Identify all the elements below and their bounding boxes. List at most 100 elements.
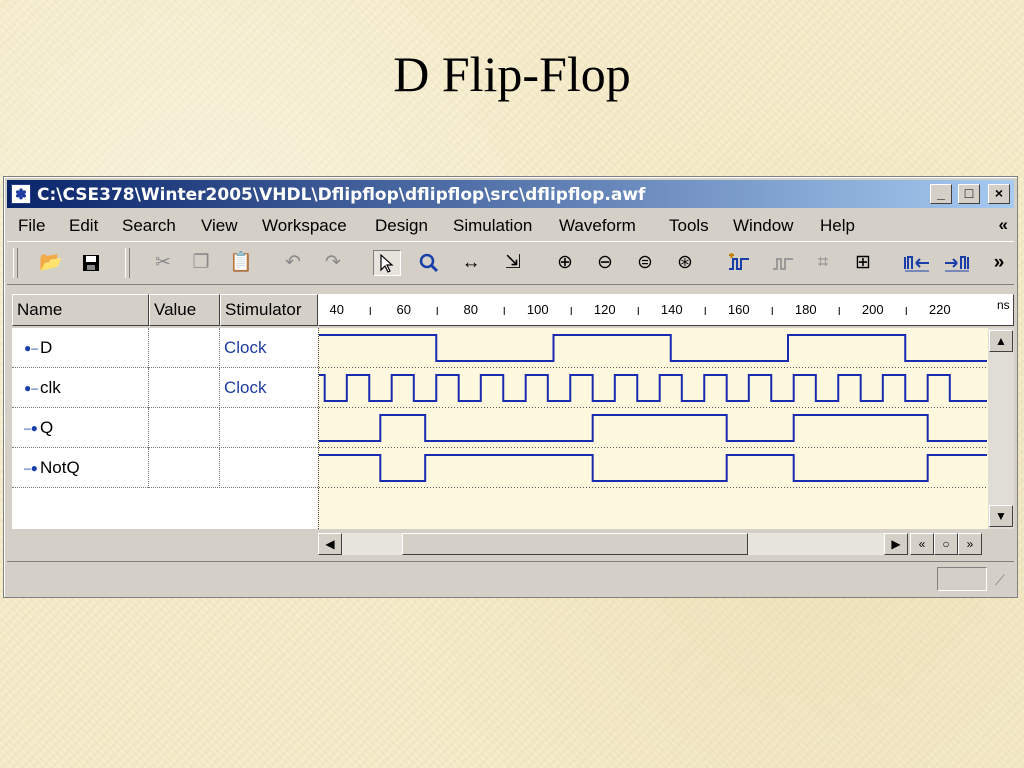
resize-grip-icon[interactable]: ⟋ — [995, 572, 1013, 590]
toolbar-separator — [125, 248, 130, 278]
select-range-icon[interactable]: ⇲ — [499, 250, 527, 276]
slide-title: D Flip-Flop — [393, 46, 631, 102]
redo-icon[interactable]: ↷ — [319, 250, 347, 276]
zoom-icon[interactable] — [415, 250, 443, 276]
signal-row-notq[interactable]: –● NotQ — [12, 448, 318, 488]
scroll-right-button[interactable]: ▶ — [884, 533, 908, 555]
timeline-tick-label: 200 — [862, 302, 884, 317]
scroll-left-button[interactable]: ◀ — [318, 533, 342, 555]
vertical-scrollbar[interactable]: ▲ ▼ — [988, 328, 1014, 529]
menu-design[interactable]: Design — [375, 216, 428, 236]
scroll-up-button[interactable]: ▲ — [989, 330, 1013, 352]
menu-view[interactable]: View — [201, 216, 238, 236]
save-icon[interactable] — [77, 250, 105, 276]
signal-value-notq — [149, 448, 220, 488]
waveform-pane[interactable] — [318, 328, 988, 529]
output-port-icon: –● — [24, 461, 38, 475]
menu-help[interactable]: Help — [820, 216, 855, 236]
undo-icon[interactable]: ↶ — [279, 250, 307, 276]
paste-icon[interactable]: 📋 — [227, 250, 255, 276]
signal-row-clk[interactable]: ●– clk Clock — [12, 368, 318, 408]
column-header-stimulator[interactable]: Stimulator — [220, 294, 318, 326]
rewind-button[interactable]: « — [910, 533, 934, 555]
goto-start-icon[interactable] — [903, 250, 931, 276]
scroll-down-button[interactable]: ▼ — [989, 505, 1013, 527]
signal-name-q: Q — [40, 418, 54, 437]
horizontal-scroll-thumb[interactable] — [402, 533, 748, 555]
input-port-icon: ●– — [24, 341, 38, 355]
zoom-in-icon[interactable]: ⊕ — [551, 250, 579, 276]
menu-edit[interactable]: Edit — [69, 216, 98, 236]
menu-workspace[interactable]: Workspace — [262, 216, 347, 236]
zoom-fit-icon[interactable]: ⊜ — [631, 250, 659, 276]
remove-signal-icon[interactable] — [769, 250, 797, 276]
timeline-tick-label: 120 — [594, 302, 616, 317]
measure-icon[interactable]: ↔ — [457, 250, 485, 276]
signal-list: ●– D Clock ●– clk Clock –● Q –● NotQ — [12, 328, 318, 529]
goto-end-icon[interactable] — [943, 250, 971, 276]
bus-icon[interactable]: ⌗ — [809, 250, 837, 276]
waveform-trace-clk[interactable] — [319, 374, 987, 402]
menu-bar: File Edit Search View Workspace Design S… — [7, 211, 1014, 239]
signal-name-notq: NotQ — [40, 458, 80, 477]
signal-stimulator-q[interactable] — [220, 408, 318, 448]
signal-name-d: D — [40, 338, 53, 357]
add-signal-icon[interactable] — [725, 250, 753, 276]
current-time-button[interactable]: ○ — [934, 533, 958, 555]
column-header-name[interactable]: Name — [12, 294, 149, 326]
fast-forward-button[interactable]: » — [958, 533, 982, 555]
signal-value-q — [149, 408, 220, 448]
horizontal-scroll-area: ◀ ▶ « ○ » — [12, 529, 1014, 559]
compare-icon[interactable]: ⊞ — [849, 250, 877, 276]
minimize-button[interactable]: _ — [930, 184, 952, 204]
signal-row-q[interactable]: –● Q — [12, 408, 318, 448]
window-title-bar[interactable]: ✽ C:\CSE378\Winter2005\VHDL\Dflipflop\df… — [7, 180, 1014, 208]
signal-value-d — [149, 328, 220, 368]
timeline-tick-label: 60 — [397, 302, 411, 317]
signal-stimulator-clk[interactable]: Clock — [220, 368, 318, 408]
timeline-tick-label: 180 — [795, 302, 817, 317]
menu-simulation[interactable]: Simulation — [453, 216, 532, 236]
timeline-tick-label: 40 — [330, 302, 344, 317]
input-port-icon: ●– — [24, 381, 38, 395]
waveform-svg — [319, 334, 987, 488]
horizontal-scroll-track[interactable] — [342, 533, 884, 555]
zoom-reset-icon[interactable]: ⊛ — [671, 250, 699, 276]
timeline-ruler-svg: 40 60 80 100 120 140 160 180 200 220 ns — [330, 298, 1010, 317]
signal-name-clk: clk — [40, 378, 61, 397]
timeline-unit: ns — [997, 298, 1010, 312]
select-pointer-icon[interactable] — [373, 250, 401, 276]
signal-value-clk — [149, 368, 220, 408]
maximize-button[interactable]: □ — [958, 184, 980, 204]
waveform-trace-notq[interactable] — [319, 454, 987, 482]
close-button[interactable]: × — [988, 184, 1010, 204]
output-port-icon: –● — [24, 421, 38, 435]
signal-name-cell: –● Q — [12, 408, 149, 448]
window-title: C:\CSE378\Winter2005\VHDL\Dflipflop\dfli… — [37, 185, 646, 205]
toolbar-grip[interactable] — [13, 248, 18, 278]
menu-file[interactable]: File — [18, 216, 45, 236]
open-folder-icon[interactable]: 📂 — [37, 250, 65, 276]
column-header-value[interactable]: Value — [149, 294, 220, 326]
zoom-out-icon[interactable]: ⊖ — [591, 250, 619, 276]
signal-stimulator-d[interactable]: Clock — [220, 328, 318, 368]
status-bar: ⟋ — [7, 561, 1014, 595]
signal-name-cell: ●– clk — [12, 368, 149, 408]
signal-row-d[interactable]: ●– D Clock — [12, 328, 318, 368]
app-icon[interactable]: ✽ — [11, 184, 31, 204]
copy-icon[interactable]: ❐ — [187, 250, 215, 276]
waveform-header: Name Value Stimulator 40 60 80 100 120 140 160… — [12, 294, 1014, 328]
cut-icon[interactable]: ✂ — [149, 250, 177, 276]
signal-stimulator-notq[interactable] — [220, 448, 318, 488]
toolbar-overflow-chevron[interactable]: » — [987, 250, 1011, 276]
menu-search[interactable]: Search — [122, 216, 176, 236]
simulator-window: ✽ C:\CSE378\Winter2005\VHDL\Dflipflop\df… — [3, 176, 1018, 598]
menu-overflow-chevron[interactable]: « — [999, 215, 1008, 235]
menu-window[interactable]: Window — [733, 216, 793, 236]
menu-waveform[interactable]: Waveform — [559, 216, 636, 236]
timeline-ruler[interactable]: 40 60 80 100 120 140 160 180 200 220 ns — [318, 294, 1014, 326]
waveform-trace-d[interactable] — [319, 334, 987, 362]
timeline-tick-label: 160 — [728, 302, 750, 317]
waveform-trace-q[interactable] — [319, 414, 987, 442]
menu-tools[interactable]: Tools — [669, 216, 709, 236]
